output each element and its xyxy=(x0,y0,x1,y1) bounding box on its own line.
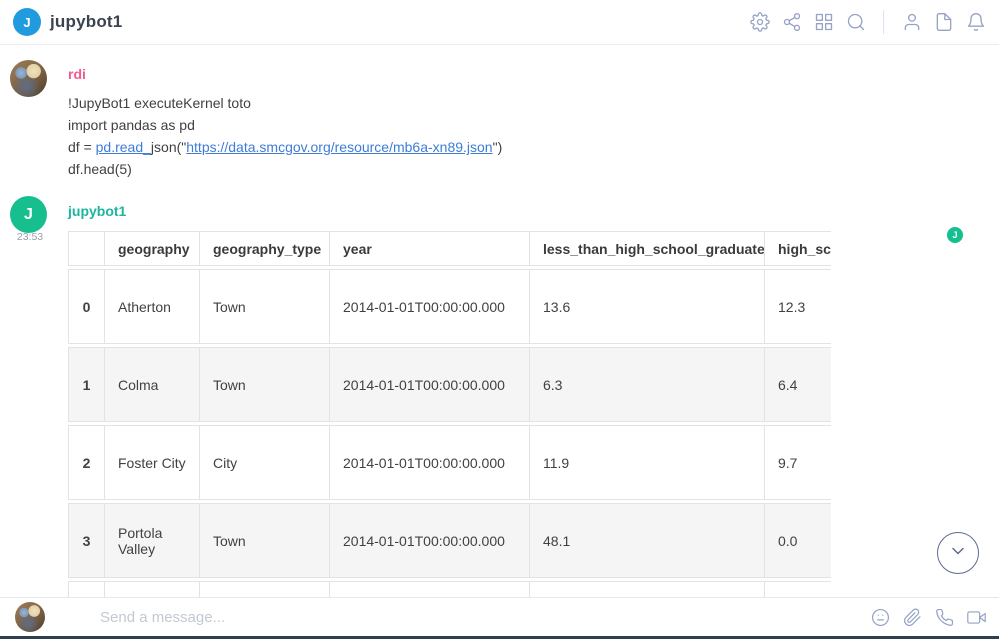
message-timestamp: 23:53 xyxy=(8,231,52,243)
table-cell: Town xyxy=(200,503,330,578)
row-index-cell: 3 xyxy=(68,503,105,578)
table-body: 0AthertonTown2014-01-01T00:00:00.00013.6… xyxy=(68,269,831,597)
bot-avatar-letter: J xyxy=(24,206,33,224)
message-line: df = pd.read_json("https://data.smcgov.o… xyxy=(68,136,502,158)
table-cell xyxy=(200,581,330,597)
row-index-cell: 2 xyxy=(68,425,105,500)
table-row: 3Portola ValleyTown2014-01-01T00:00:00.0… xyxy=(68,503,831,578)
channel-title[interactable]: jupybot1 xyxy=(50,12,122,32)
channel-avatar-letter: J xyxy=(23,15,30,30)
table-row: 0AthertonTown2014-01-01T00:00:00.00013.6… xyxy=(68,269,831,344)
read-receipt-badge: J xyxy=(947,227,963,243)
table-cell xyxy=(765,581,831,597)
chat-app-window: J jupybot1 xyxy=(0,0,999,639)
composer-user-avatar xyxy=(15,602,45,632)
table-cell: Portola Valley xyxy=(105,503,200,578)
table-cell: Foster City xyxy=(105,425,200,500)
channel-avatar[interactable]: J xyxy=(13,8,41,36)
paperclip-icon[interactable] xyxy=(902,607,922,627)
table-cell: 11.9 xyxy=(530,425,765,500)
column-header: less_than_high_school_graduate xyxy=(530,231,765,266)
avatar-rdi[interactable] xyxy=(10,60,47,97)
table-cell: 0.0 xyxy=(765,503,831,578)
column-header xyxy=(68,231,105,266)
table-cell: Town xyxy=(200,269,330,344)
table-cell xyxy=(330,581,530,597)
message-body: !JupyBot1 executeKernel toto import pand… xyxy=(68,92,502,180)
person-icon[interactable] xyxy=(901,12,922,33)
video-camera-icon[interactable] xyxy=(966,607,986,627)
message-line: import pandas as pd xyxy=(68,114,502,136)
top-bar-actions xyxy=(749,10,986,34)
row-index-cell: 1 xyxy=(68,347,105,422)
table-header-row: geographygeography_typeyearless_than_hig… xyxy=(68,231,831,266)
phone-icon[interactable] xyxy=(934,607,954,627)
table-cell: Colma xyxy=(105,347,200,422)
chevron-down-icon xyxy=(948,541,968,566)
composer-actions xyxy=(870,607,986,627)
table-cell: 2014-01-01T00:00:00.000 xyxy=(330,503,530,578)
table-cell: 48.1 xyxy=(530,503,765,578)
message-rdi: rdi !JupyBot1 executeKernel toto import … xyxy=(68,66,502,180)
search-icon[interactable] xyxy=(845,12,866,33)
message-input[interactable] xyxy=(100,609,870,626)
top-bar: J jupybot1 xyxy=(0,0,999,45)
code-text: json(" xyxy=(151,139,186,155)
dataframe-table-container: geographygeography_typeyearless_than_hig… xyxy=(68,228,831,597)
toolbar-divider xyxy=(883,10,884,34)
message-composer xyxy=(0,597,999,636)
column-header: geography xyxy=(105,231,200,266)
column-header: high_sc xyxy=(765,231,831,266)
share-icon[interactable] xyxy=(781,12,802,33)
column-header: geography_type xyxy=(200,231,330,266)
row-index-cell: 0 xyxy=(68,269,105,344)
table-cell: 13.6 xyxy=(530,269,765,344)
username-jupybot1[interactable]: jupybot1 xyxy=(68,203,126,219)
username-rdi[interactable]: rdi xyxy=(68,66,502,82)
message-line: df.head(5) xyxy=(68,158,502,180)
emoji-icon[interactable] xyxy=(870,607,890,627)
table-cell: 6.3 xyxy=(530,347,765,422)
message-line: !JupyBot1 executeKernel toto xyxy=(68,92,502,114)
apps-grid-icon[interactable] xyxy=(813,12,834,33)
bell-icon[interactable] xyxy=(965,12,986,33)
table-cell: City xyxy=(200,425,330,500)
table-header: geographygeography_typeyearless_than_hig… xyxy=(68,231,831,266)
code-text: ") xyxy=(493,139,503,155)
table-cell: Town xyxy=(200,347,330,422)
url-link[interactable]: https://data.smcgov.org/resource/mb6a-xn… xyxy=(186,139,492,155)
jump-to-bottom-button[interactable] xyxy=(937,532,979,574)
avatar-jupybot1[interactable]: J xyxy=(10,196,47,233)
table-cell: Atherton xyxy=(105,269,200,344)
table-cell: 2014-01-01T00:00:00.000 xyxy=(330,269,530,344)
table-cell: 9.7 xyxy=(765,425,831,500)
table-row: 1ColmaTown2014-01-01T00:00:00.0006.36.4 xyxy=(68,347,831,422)
code-link[interactable]: pd.read_ xyxy=(96,139,151,155)
read-badge-letter: J xyxy=(952,230,957,240)
row-index-cell xyxy=(68,581,105,597)
dataframe-table: geographygeography_typeyearless_than_hig… xyxy=(68,228,831,597)
document-icon[interactable] xyxy=(933,12,954,33)
table-cell: 2014-01-01T00:00:00.000 xyxy=(330,425,530,500)
table-row: 2Foster CityCity2014-01-01T00:00:00.0001… xyxy=(68,425,831,500)
table-cell: 6.4 xyxy=(765,347,831,422)
table-cell: 12.3 xyxy=(765,269,831,344)
column-header: year xyxy=(330,231,530,266)
table-cell xyxy=(105,581,200,597)
code-text: df = xyxy=(68,139,96,155)
gear-icon[interactable] xyxy=(749,12,770,33)
table-cell: 2014-01-01T00:00:00.000 xyxy=(330,347,530,422)
table-cell xyxy=(530,581,765,597)
table-row xyxy=(68,581,831,597)
